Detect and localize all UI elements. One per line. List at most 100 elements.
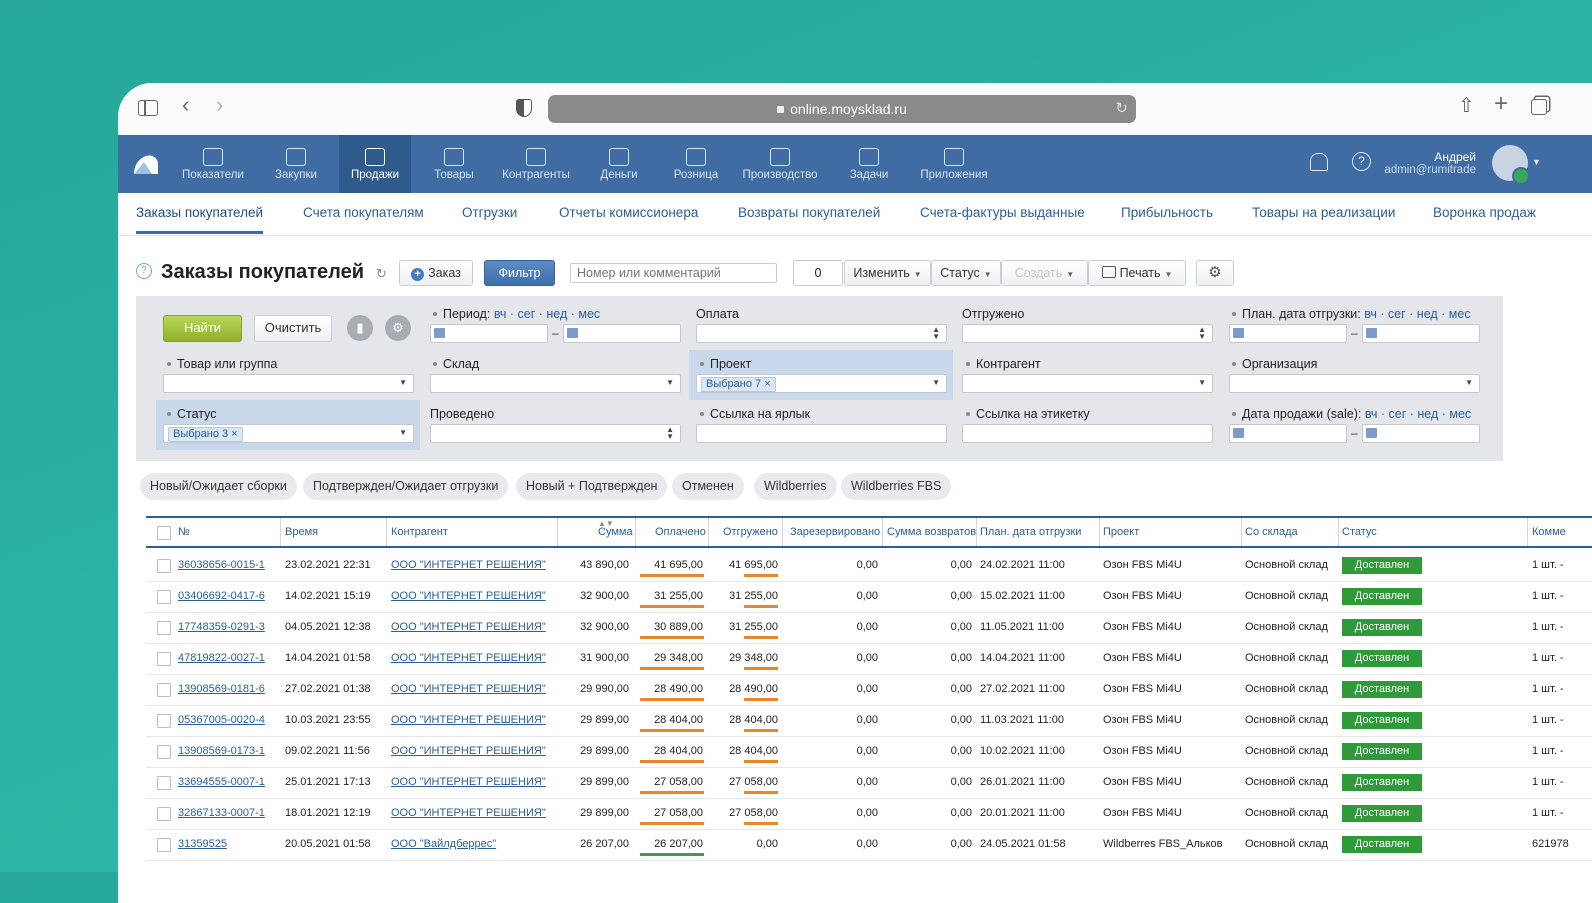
table-row[interactable]: 17748359-0291-3 04.05.2021 12:38 ООО "ИНТЕ… [146,612,1592,644]
clear-button[interactable]: Очистить [254,315,332,342]
table-row[interactable]: 36038656-0015-1 23.02.2021 22:31 ООО "ИНТЕ… [146,550,1592,582]
row-checkbox[interactable] [157,776,171,790]
counterparty-link[interactable]: ООО "ИНТЕРНЕТ РЕШЕНИЯ" [391,683,546,695]
project-select[interactable]: Выбрано 7 × ▼ [696,374,947,393]
table-row[interactable]: 32867133-0007-1 18.01.2021 12:19 ООО "ИНТЕ… [146,798,1592,830]
search-input[interactable] [570,263,777,283]
row-checkbox[interactable] [157,559,171,573]
sale-date-from-input[interactable] [1229,424,1347,443]
nav-item-retail[interactable]: Розница [664,135,728,193]
counterparty-link[interactable]: ООО "ИНТЕРНЕТ РЕШЕНИЯ" [391,714,546,726]
reload-icon[interactable]: ↻ [1115,95,1128,123]
table-row[interactable]: 13908569-0181-6 27.02.2021 01:38 ООО "ИНТЕ… [146,674,1592,706]
order-number-link[interactable]: 31359525 [178,838,227,850]
help-icon[interactable]: ? [1352,152,1371,171]
status-badge[interactable]: Доставлен [1342,650,1422,667]
payment-select[interactable]: ▲ ▼ [696,324,947,343]
row-checkbox[interactable] [157,745,171,759]
col-status[interactable]: Статус [1342,526,1377,538]
nav-item-purchases[interactable]: Закупки [260,135,332,193]
tabs-overview-icon[interactable] [1531,99,1547,115]
tab-profitability[interactable]: Прибыльность [1121,205,1213,220]
counterparty-link[interactable]: ООО "ИНТЕРНЕТ РЕШЕНИЯ" [391,652,546,664]
create-button[interactable]: Создать ▼ [1001,260,1088,286]
calendar-icon[interactable] [567,328,578,338]
address-bar[interactable]: online.moysklad.ru ↻ [548,95,1136,123]
col-returns[interactable]: Сумма возвратов [887,526,976,538]
status-badge[interactable]: Доставлен [1342,557,1422,574]
quick-filter-chip[interactable]: Новый + Подтвержден [516,473,668,500]
shipped-select[interactable]: ▲ ▼ [962,324,1213,343]
order-number-link[interactable]: 13908569-0173-1 [178,745,265,757]
nav-item-counterparties[interactable]: Контрагенты [498,135,574,193]
table-row[interactable]: 05367005-0020-4 10.03.2021 23:55 ООО "ИНТЕ… [146,705,1592,737]
posted-select[interactable]: ▲ ▼ [430,424,681,443]
row-checkbox[interactable] [157,621,171,635]
counterparty-select[interactable]: ▼ [962,374,1213,393]
tab-customer-invoices[interactable]: Счета покупателям [303,205,424,220]
table-row[interactable]: 03406692-0417-6 14.02.2021 15:19 ООО "ИНТЕ… [146,581,1592,613]
tab-customer-orders[interactable]: Заказы покупателей [136,205,263,220]
period-from-input[interactable] [430,324,548,343]
status-badge[interactable]: Доставлен [1342,805,1422,822]
counterparty-link[interactable]: ООО "ИНТЕРНЕТ РЕШЕНИЯ" [391,745,546,757]
print-button[interactable]: Печать ▼ [1088,260,1186,286]
order-number-link[interactable]: 17748359-0291-3 [178,621,265,633]
nav-item-production[interactable]: Производство [738,135,822,193]
sticker-link-input[interactable] [962,424,1213,443]
refresh-icon[interactable]: ↻ [376,266,387,282]
quick-filter-chip[interactable]: Подтвержден/Ожидает отгрузки [303,473,509,500]
calendar-icon[interactable] [1233,328,1244,338]
tab-invoices-issued[interactable]: Счета-фактуры выданные [920,205,1085,220]
col-warehouse[interactable]: Со склада [1245,526,1298,538]
change-button[interactable]: Изменить ▼ [844,260,931,286]
period-quick-links[interactable]: вч · сег · нед · мес [494,307,600,321]
row-checkbox[interactable] [157,590,171,604]
chevron-down-icon[interactable]: ▼ [1532,157,1541,167]
col-paid[interactable]: Оплачено [655,526,706,538]
counterparty-link[interactable]: ООО "ИНТЕРНЕТ РЕШЕНИЯ" [391,559,546,571]
counterparty-link[interactable]: ООО "ИНТЕРНЕТ РЕШЕНИЯ" [391,621,546,633]
col-sum[interactable]: Сумма [598,526,633,538]
quick-filter-chip[interactable]: Новый/Ожидает сборки [140,473,297,500]
gear-icon[interactable]: ⚙ [385,315,411,341]
sidebar-toggle-icon[interactable] [138,100,158,116]
col-reserved[interactable]: Зарезервировано [790,526,880,538]
status-badge[interactable]: Доставлен [1342,712,1422,729]
row-checkbox[interactable] [157,652,171,666]
nav-item-sales[interactable]: Продажи [339,135,411,193]
counterparty-link[interactable]: ООО "Вайлдберрес" [391,838,496,850]
label-link-input[interactable] [696,424,947,443]
nav-item-money[interactable]: Деньги [588,135,650,193]
status-badge[interactable]: Доставлен [1342,774,1422,791]
nav-item-goods[interactable]: Товары [421,135,487,193]
quick-filter-chip[interactable]: Wildberries FBS [841,473,952,500]
back-arrow-icon[interactable]: ‹ [182,94,189,116]
order-number-link[interactable]: 32867133-0007-1 [178,807,265,819]
col-time[interactable]: Время [285,526,318,538]
order-number-link[interactable]: 36038656-0015-1 [178,559,265,571]
table-row[interactable]: 47819822-0027-1 14.04.2021 01:58 ООО "ИНТЕ… [146,643,1592,675]
avatar[interactable] [1492,145,1530,185]
logo-icon[interactable] [132,152,160,176]
sale-date-quick-links[interactable]: вч · сег · нед · мес [1365,407,1471,421]
help-circle-icon[interactable]: ? [136,263,152,279]
col-project[interactable]: Проект [1103,526,1139,538]
settings-button[interactable]: ⚙ [1196,260,1234,286]
tab-shipments[interactable]: Отгрузки [462,205,517,220]
new-tab-icon[interactable]: + [1494,92,1508,116]
sale-date-to-input[interactable] [1362,424,1480,443]
product-select[interactable]: ▼ [163,374,414,393]
tab-sales-funnel[interactable]: Воронка продаж [1433,205,1536,220]
tab-goods-on-consignment[interactable]: Товары на реализации [1252,205,1395,220]
project-selected-tag[interactable]: Выбрано 7 × [701,377,776,392]
period-to-input[interactable] [563,324,681,343]
order-number-link[interactable]: 13908569-0181-6 [178,683,265,695]
user-info[interactable]: Андрей admin@rumitrade [1378,151,1476,177]
col-counterparty[interactable]: Контрагент [391,526,448,538]
counterparty-link[interactable]: ООО "ИНТЕРНЕТ РЕШЕНИЯ" [391,807,546,819]
quick-filter-chip[interactable]: Wildberries [754,473,837,500]
plan-date-to-input[interactable] [1362,324,1480,343]
calendar-icon[interactable] [1366,428,1377,438]
row-checkbox[interactable] [157,714,171,728]
